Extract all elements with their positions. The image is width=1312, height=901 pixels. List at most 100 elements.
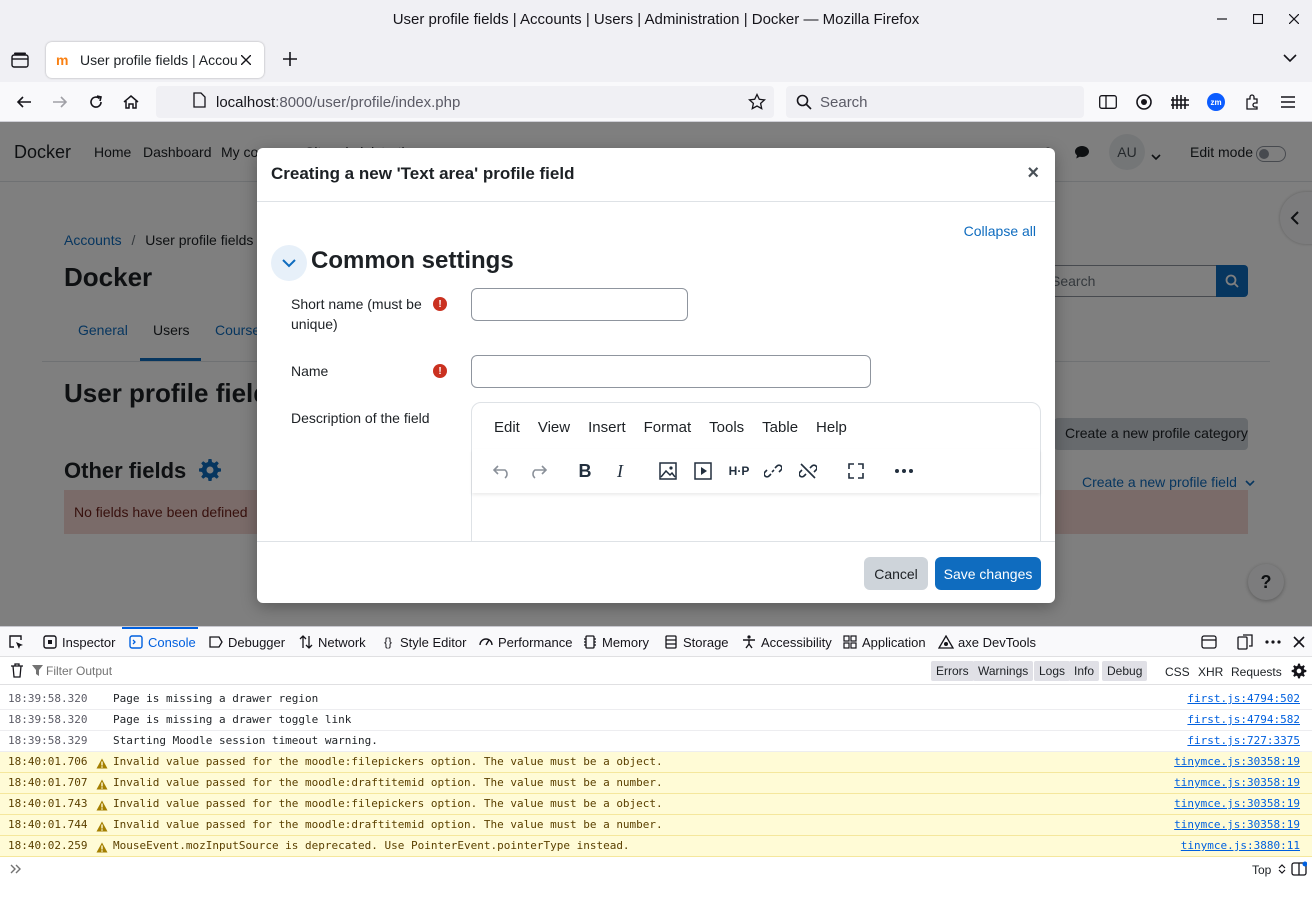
filter-output-input[interactable]: Filter Output (46, 664, 112, 678)
editor-menu-format[interactable]: Format (644, 419, 692, 436)
zoom-extension-button[interactable]: zm (1205, 91, 1227, 113)
editor-menu-table[interactable]: Table (762, 419, 798, 436)
editor-menu-insert[interactable]: Insert (588, 419, 626, 436)
tab-storage[interactable]: Storage (663, 627, 729, 657)
firefox-view-button[interactable] (8, 48, 32, 72)
tab-network[interactable]: Network (298, 627, 366, 657)
list-all-tabs-button[interactable] (1282, 50, 1302, 70)
tab-axe-devtools[interactable]: axe DevTools (938, 627, 1036, 657)
devtools-close-button[interactable] (1293, 627, 1305, 657)
devtools-menu-button[interactable] (1265, 627, 1281, 657)
tab-inspector[interactable]: Inspector (42, 627, 115, 657)
tab-performance[interactable]: Performance (478, 627, 572, 657)
description-editor[interactable]: Edit View Insert Format Tools Table Help… (471, 402, 1041, 542)
console-source-link[interactable]: tinymce.js:3880:11 (1181, 836, 1300, 856)
tab-close-icon[interactable] (238, 52, 254, 68)
extension-button-1[interactable] (1133, 91, 1155, 113)
home-button[interactable] (120, 91, 142, 113)
tab-memory[interactable]: Memory (582, 627, 649, 657)
firefox-view-icon (11, 52, 29, 68)
modal-close-button[interactable]: × (1027, 162, 1039, 185)
h5p-icon[interactable]: H·P (725, 459, 753, 483)
name-input[interactable] (471, 355, 871, 388)
bold-icon[interactable]: B (573, 459, 597, 483)
close-window-button[interactable] (1276, 0, 1312, 38)
tab-console[interactable]: Console (128, 627, 196, 657)
tab-accessibility[interactable]: Accessibility (741, 627, 832, 657)
redo-icon[interactable] (526, 459, 550, 483)
italic-icon[interactable]: I (608, 459, 632, 483)
active-tab[interactable]: m User profile fields | Accounts | Users… (46, 42, 264, 78)
responsive-mode-button[interactable] (1237, 627, 1253, 657)
filter-warnings-button[interactable]: Warnings (973, 661, 1034, 681)
chevron-updown-icon (1278, 864, 1286, 874)
element-picker-button[interactable] (8, 627, 24, 657)
extensions-button[interactable] (1241, 91, 1263, 113)
console-timestamp: 18:40:01.743 (8, 797, 88, 810)
filter-logs-button[interactable]: Logs (1034, 661, 1071, 681)
console-input[interactable]: Top (0, 857, 1312, 881)
search-bar[interactable]: Search (786, 86, 1084, 118)
editor-menu-help[interactable]: Help (816, 419, 847, 436)
split-console-icon[interactable] (1291, 861, 1308, 880)
link-icon[interactable] (761, 459, 785, 483)
reload-button[interactable] (85, 91, 107, 113)
filter-requests-toggle[interactable]: Requests (1231, 665, 1282, 679)
console-source-link[interactable]: tinymce.js:30358:19 (1174, 794, 1300, 814)
maximize-button[interactable] (1240, 0, 1276, 38)
back-button[interactable] (13, 91, 35, 113)
console-message: Invalid value passed for the moodle:draf… (113, 818, 663, 831)
shortname-input[interactable] (471, 288, 688, 321)
reader-view-button[interactable] (1097, 91, 1119, 113)
save-changes-button[interactable]: Save changes (935, 557, 1041, 590)
tab-application[interactable]: Application (842, 627, 926, 657)
console-warning-row: 18:40:02.259 MouseEvent.mozInputSource is… (0, 836, 1312, 857)
minimize-button[interactable] (1204, 0, 1240, 38)
tab-debugger[interactable]: Debugger (208, 627, 285, 657)
filter-xhr-toggle[interactable]: XHR (1198, 665, 1223, 679)
extension-button-2[interactable] (1169, 91, 1191, 113)
forward-button[interactable] (49, 91, 71, 113)
bookmark-star-icon[interactable] (747, 92, 767, 115)
tab-style-editor[interactable]: {} Style Editor (380, 627, 467, 657)
arrow-left-icon (16, 96, 31, 108)
editor-menu-view[interactable]: View (538, 419, 570, 436)
console-source-link[interactable]: first.js:727:3375 (1187, 731, 1300, 751)
filter-info-button[interactable]: Info (1069, 661, 1100, 681)
console-settings-icon[interactable] (1291, 663, 1307, 682)
collapse-all-link[interactable]: Collapse all (964, 223, 1036, 239)
fullscreen-icon[interactable] (844, 459, 868, 483)
undo-icon[interactable] (490, 459, 514, 483)
tab-strip: m User profile fields | Accounts | Users… (0, 38, 1312, 82)
modal-title: Creating a new 'Text area' profile field (271, 164, 575, 183)
picker-icon (9, 635, 23, 649)
arrow-right-icon (53, 96, 68, 108)
app-menu-button[interactable] (1277, 91, 1299, 113)
window-controls (1204, 0, 1312, 38)
filter-css-toggle[interactable]: CSS (1165, 665, 1190, 679)
console-source-link[interactable]: tinymce.js:30358:19 (1174, 752, 1300, 772)
cancel-button[interactable]: Cancel (864, 557, 928, 590)
console-source-link[interactable]: first.js:4794:582 (1187, 710, 1300, 730)
console-source-link[interactable]: tinymce.js:30358:19 (1174, 815, 1300, 835)
image-icon[interactable] (656, 459, 680, 483)
more-icon[interactable] (892, 459, 916, 483)
new-tab-button[interactable] (278, 48, 302, 72)
filter-errors-button[interactable]: Errors (931, 661, 974, 681)
clear-console-icon[interactable] (10, 663, 24, 681)
console-message: Invalid value passed for the moodle:draf… (113, 776, 663, 789)
filter-debug-button[interactable]: Debug (1102, 661, 1148, 681)
unlink-icon[interactable] (796, 459, 820, 483)
url-bar[interactable]: localhost:8000/user/profile/index.php (156, 86, 774, 118)
console-source-link[interactable]: tinymce.js:30358:19 (1174, 773, 1300, 793)
editor-menu-tools[interactable]: Tools (709, 419, 744, 436)
editor-menu-edit[interactable]: Edit (494, 419, 520, 436)
console-source-link[interactable]: first.js:4794:502 (1187, 689, 1300, 709)
section-collapse-toggle[interactable] (271, 245, 307, 281)
application-icon (842, 634, 858, 650)
dock-side-button[interactable] (1201, 627, 1217, 657)
url-path: :8000/user/profile/index.php (275, 93, 461, 111)
context-selector[interactable]: Top (1252, 863, 1286, 877)
media-icon[interactable] (691, 459, 715, 483)
page-info-icon[interactable] (192, 92, 206, 112)
